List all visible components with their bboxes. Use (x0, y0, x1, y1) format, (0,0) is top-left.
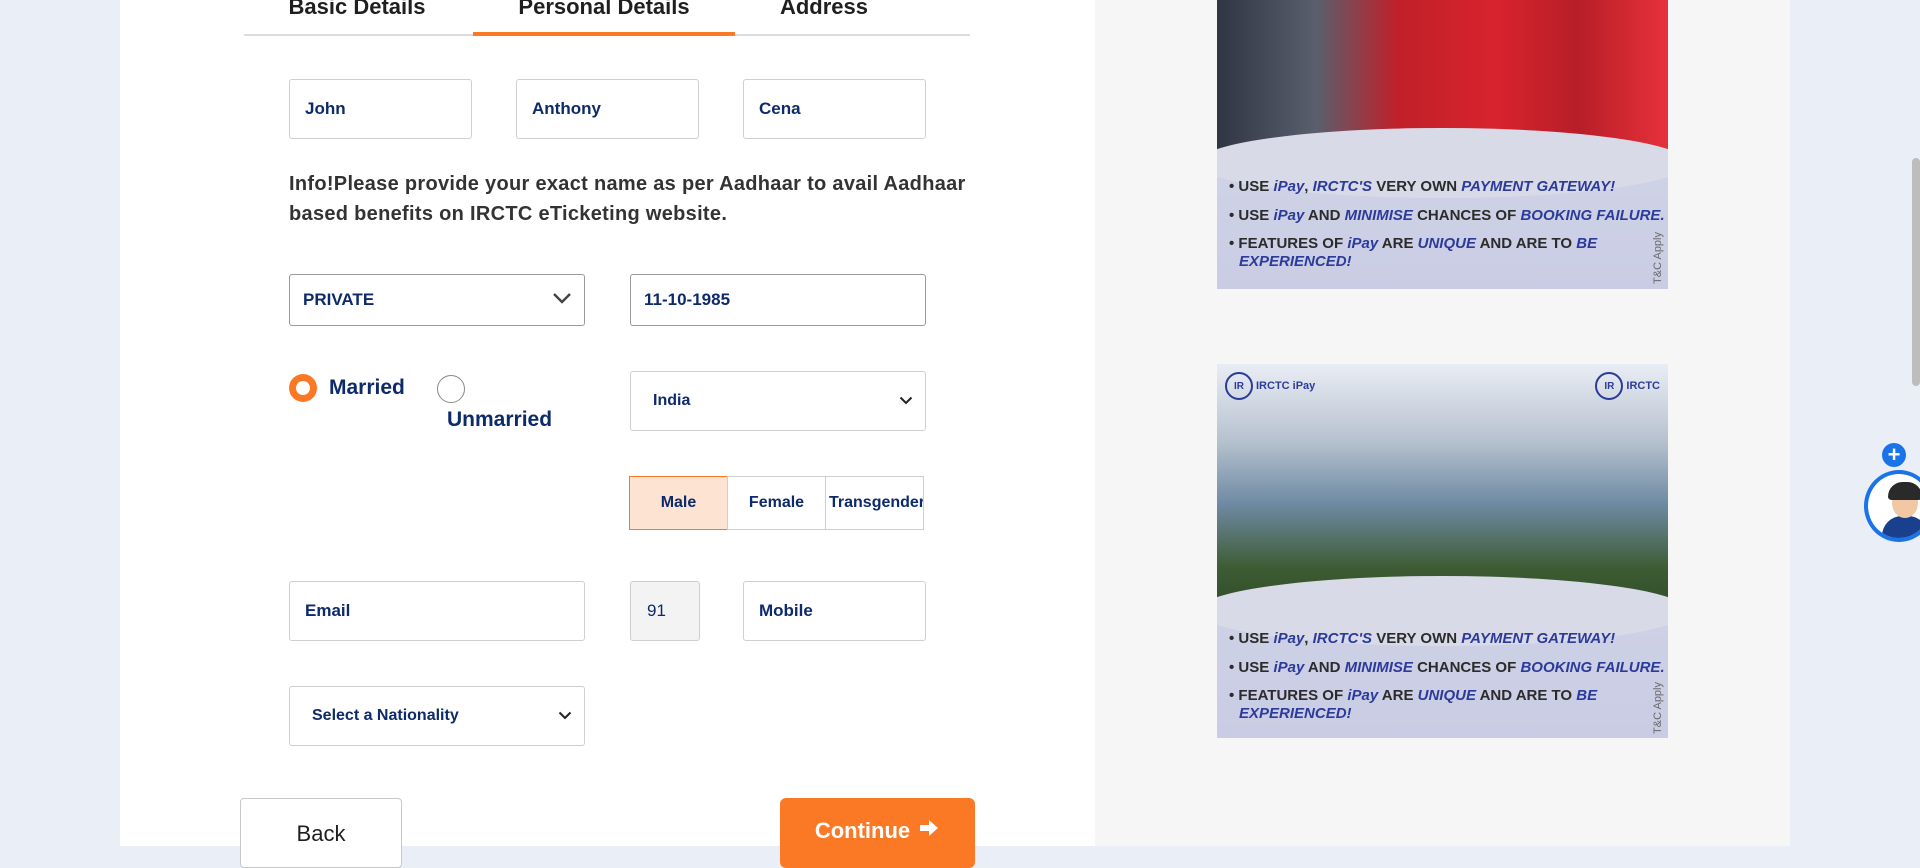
ad-line-1: • USE iPay, IRCTC'S VERY OWN PAYMENT GAT… (1229, 630, 1616, 647)
nationality-placeholder: Select a Nationality (312, 707, 459, 724)
chevron-down-icon (558, 708, 572, 724)
irctc-logo-icon: IR (1225, 372, 1253, 400)
ad-line-3: • FEATURES OF iPay ARE UNIQUE AND ARE TO… (1229, 235, 1598, 252)
ad-tc-text: T&C Apply (1652, 232, 1664, 284)
gender-transgender-option[interactable]: Transgender (825, 476, 924, 530)
plus-icon[interactable]: + (1882, 443, 1906, 467)
middle-name-value: Anthony (532, 99, 601, 118)
isd-code-field: 91 (630, 581, 700, 641)
back-button[interactable]: Back (240, 798, 402, 868)
isd-code-value: 91 (647, 601, 666, 620)
tab-personal-details[interactable]: Personal Details (473, 0, 735, 32)
tab-basic-details[interactable]: Basic Details (262, 0, 452, 32)
ad-tc-text: T&C Apply (1652, 682, 1664, 734)
dob-value: 11-10-1985 (644, 290, 731, 309)
last-name-field[interactable]: Cena (743, 79, 926, 139)
country-select[interactable]: India (630, 371, 926, 431)
continue-button[interactable]: Continue (780, 798, 975, 868)
first-name-field[interactable]: John (289, 79, 472, 139)
gender-female-label: Female (748, 494, 805, 511)
chevron-down-icon (899, 393, 913, 409)
ad-line-2: • USE iPay AND MINIMISE CHANCES OF BOOKI… (1229, 659, 1665, 676)
occupation-value: PRIVATE (303, 290, 375, 309)
page-scrollbar[interactable] (1912, 158, 1920, 386)
middle-name-field[interactable]: Anthony (516, 79, 699, 139)
gender-transgender-label: Transgender (829, 494, 924, 511)
mobile-placeholder: Mobile (759, 601, 813, 620)
email-placeholder: Email (305, 601, 351, 620)
mobile-field[interactable]: Mobile (743, 581, 926, 641)
email-field[interactable]: Email (289, 581, 585, 641)
tab-address[interactable]: Address (760, 0, 888, 32)
dob-field[interactable]: 11-10-1985 (630, 274, 926, 326)
ad-line-3: • FEATURES OF iPay ARE UNIQUE AND ARE TO… (1229, 687, 1598, 704)
unmarried-radio[interactable] (437, 375, 465, 403)
married-label: Married (329, 376, 405, 399)
country-value: India (653, 392, 691, 409)
irctc-logo: IR IRCTC (1595, 372, 1660, 400)
back-button-label: Back (296, 821, 346, 846)
ad-line-4: EXPERIENCED! (1239, 705, 1352, 722)
aadhaar-info-text: Info!Please provide your exact name as p… (289, 173, 966, 225)
ad-line-1: • USE iPay, IRCTC'S VERY OWN PAYMENT GAT… (1229, 178, 1616, 195)
gender-male-label: Male (660, 494, 697, 511)
irctc-logo-icon: IR (1595, 372, 1624, 400)
gender-male-option[interactable]: Male (629, 476, 728, 530)
nationality-select[interactable]: Select a Nationality (289, 686, 585, 746)
gender-female-option[interactable]: Female (727, 476, 826, 530)
ipay-advertisement-1[interactable]: • USE iPay, IRCTC'S VERY OWN PAYMENT GAT… (1217, 0, 1668, 289)
occupation-select[interactable]: PRIVATE (289, 274, 585, 326)
first-name-value: John (305, 99, 346, 118)
arrow-right-icon (918, 818, 940, 868)
chevron-down-icon (552, 292, 572, 308)
tab-active-indicator (473, 32, 735, 36)
ipay-advertisement-2[interactable]: IR IRCTC iPay IR IRCTC • USE iPay, IRCTC'S… (1217, 364, 1668, 738)
married-radio[interactable] (289, 374, 317, 402)
unmarried-label: Unmarried (447, 408, 553, 431)
continue-button-label: Continue (814, 818, 911, 843)
last-name-value: Cena (759, 99, 801, 118)
ad-line-2: • USE iPay AND MINIMISE CHANCES OF BOOKI… (1229, 207, 1665, 224)
irctc-ipay-logo: IR IRCTC iPay (1225, 372, 1315, 400)
ad-line-4: EXPERIENCED! (1239, 253, 1352, 270)
